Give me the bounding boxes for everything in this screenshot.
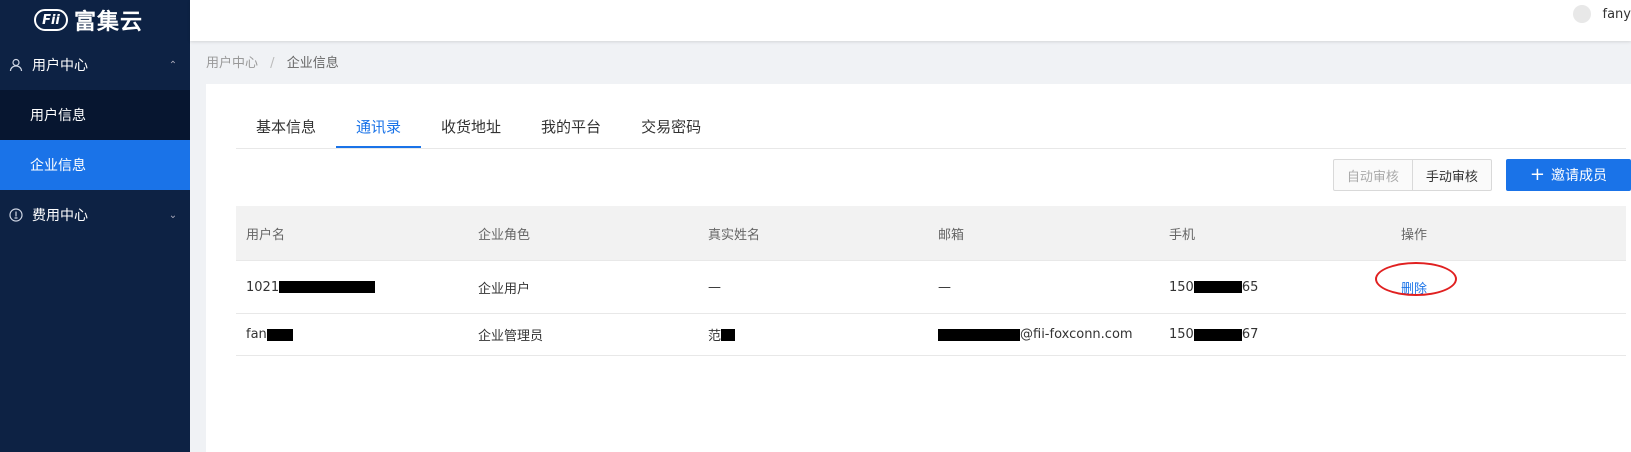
column-header-actions: 操作 [1401,227,1428,243]
username: fany [1602,6,1631,22]
chevron-down-icon: ⌄ [168,209,178,221]
invite-member-button[interactable]: + 邀请成员 [1505,159,1631,191]
user-icon [8,57,24,73]
redaction-mark [721,328,736,341]
auto-review-button[interactable]: 自动审核 [1332,159,1413,191]
phone-prefix: 150 [1169,279,1194,295]
tab-my-platform[interactable]: 我的平台 [521,108,621,148]
main-card: 基本信息 通讯录 收货地址 我的平台 交易密码 自动审核 手动审核 + 邀请成员… [206,84,1631,452]
table-row: 1021 企业用户 — — 150 65 删除 [236,261,1626,314]
cell-role: 企业管理员 [478,329,544,344]
bulb-icon [8,207,24,223]
sidebar-item-label: 企业信息 [30,158,86,174]
user-menu[interactable]: fany [1572,0,1631,28]
sidebar-group-label: 用户中心 [32,58,88,74]
breadcrumb-current: 企业信息 [286,56,339,71]
tab-bar: 基本信息 通讯录 收货地址 我的平台 交易密码 [236,108,1626,149]
plus-icon: + [1529,164,1545,185]
breadcrumb: 用户中心 / 企业信息 [206,52,339,71]
column-header-email: 邮箱 [938,227,965,243]
cell-phone: 150 67 [1159,327,1391,342]
members-table: 用户名 企业角色 真实姓名 邮箱 手机 操作 1021 企业用户 — — 150… [236,206,1626,356]
brand-logo[interactable]: Fii 富集云 [0,0,190,40]
column-header-username: 用户名 [246,227,286,243]
review-mode-toggle: 自动审核 手动审核 [1332,159,1492,191]
tab-shipping-address[interactable]: 收货地址 [421,108,521,148]
cell-phone: 150 65 [1159,280,1391,295]
table-header: 用户名 企业角色 真实姓名 邮箱 手机 操作 [236,206,1626,261]
cell-real-name: — [708,279,721,295]
tab-basic-info[interactable]: 基本信息 [236,108,336,148]
table-row: fan 企业管理员 范 @fii-foxconn.com 150 67 [236,314,1626,356]
username-text: fan [246,327,267,342]
invite-member-label: 邀请成员 [1551,168,1607,184]
email-suffix: @fii-foxconn.com [1020,327,1133,342]
redaction-mark [279,281,376,293]
breadcrumb-root[interactable]: 用户中心 [206,56,258,71]
tab-transaction-password[interactable]: 交易密码 [621,108,721,148]
annotation-circle [1375,261,1457,296]
brand-name: 富集云 [74,10,144,35]
fii-logo-icon: Fii [34,9,68,31]
sidebar-group-billing-center[interactable]: 费用中心 ⌄ [0,190,190,240]
sidebar-group-label: 费用中心 [32,208,88,224]
sidebar-item-label: 用户信息 [30,108,86,124]
cell-email: — [938,279,951,295]
real-name-text: 范 [708,329,722,344]
breadcrumb-separator: / [270,56,275,71]
sidebar-item-company-info[interactable]: 企业信息 [0,140,190,190]
redaction-mark [1193,328,1242,341]
sidebar-item-user-info[interactable]: 用户信息 [0,90,190,140]
cell-real-name: 范 [698,325,928,344]
toolbar: 自动审核 手动审核 + 邀请成员 [1332,159,1631,191]
top-header: fany [190,0,1631,41]
tab-contacts[interactable]: 通讯录 [336,108,422,148]
column-header-phone: 手机 [1169,227,1196,243]
phone-prefix: 150 [1169,327,1194,342]
column-header-role: 企业角色 [478,227,531,243]
cell-username: 1021 [236,280,468,295]
cell-actions: 删除 [1375,261,1626,297]
delete-link[interactable]: 删除 [1375,261,1457,297]
column-header-real-name: 真实姓名 [708,227,761,243]
cell-role: 企业用户 [478,281,531,297]
redaction-mark [1193,281,1242,293]
chevron-up-icon: ⌃ [168,59,178,71]
username-text: 1021 [246,279,280,295]
sidebar: Fii 富集云 用户中心 ⌃ 用户信息 企业信息 费用中心 ⌄ [0,0,190,452]
avatar [1572,5,1591,23]
cell-username: fan [236,327,468,342]
cell-email: @fii-foxconn.com [928,327,1159,342]
manual-review-button[interactable]: 手动审核 [1412,159,1492,191]
phone-suffix: 67 [1241,327,1259,342]
phone-suffix: 65 [1241,279,1259,295]
redaction-mark [938,328,1020,341]
sidebar-group-user-center[interactable]: 用户中心 ⌃ [0,40,190,90]
redaction-mark [266,328,293,341]
